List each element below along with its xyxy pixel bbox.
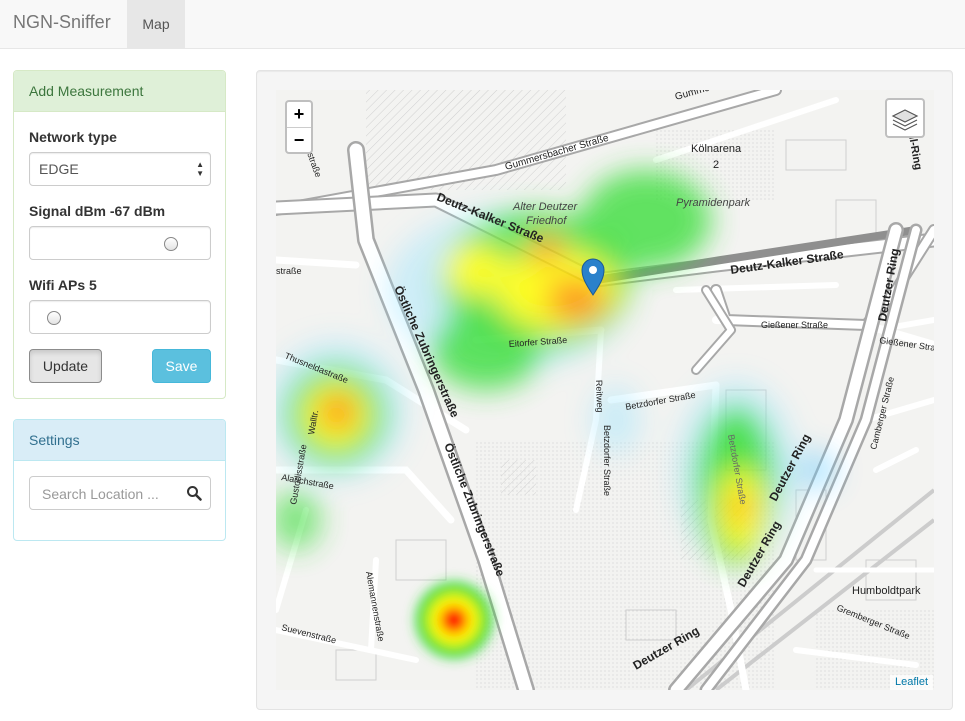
- wifi-aps-slider[interactable]: [29, 300, 211, 334]
- leaflet-attribution[interactable]: Leaflet: [890, 675, 934, 690]
- map-canvas[interactable]: Gummersbacher Straße Gummersbacher Straß…: [276, 90, 934, 690]
- search-icon[interactable]: [186, 485, 202, 501]
- giessener-label-1: Gießener Straße: [761, 320, 828, 330]
- friedhof-label: Friedhof: [526, 215, 567, 227]
- network-type-value: EDGE: [39, 161, 79, 177]
- hatched-block: [501, 460, 536, 495]
- betzdorfer-label-2: Betzdorfer Straße: [602, 425, 612, 496]
- tab-map[interactable]: Map: [127, 0, 185, 48]
- humboldtpark-label: Humboldtpark: [852, 585, 921, 597]
- pyramidenpark-label: Pyramidenpark: [676, 197, 750, 209]
- network-type-label: Network type: [29, 129, 117, 145]
- reitweg-label: Reitweg: [594, 380, 605, 413]
- search-placeholder: Search Location ...: [42, 486, 159, 502]
- signal-label: Signal dBm -67 dBm: [29, 203, 166, 219]
- map[interactable]: Gummersbacher Straße Gummersbacher Straß…: [276, 90, 934, 690]
- settings-panel: Settings Search Location ...: [13, 419, 226, 541]
- signal-slider[interactable]: [29, 226, 211, 260]
- koelnarena-label: Kölnarena: [691, 143, 742, 155]
- wifi-aps-label: Wifi APs 5: [29, 277, 97, 293]
- settings-title: Settings: [14, 420, 225, 461]
- street-fragment-label: straße: [276, 266, 302, 276]
- zoom-out-button[interactable]: −: [287, 127, 311, 152]
- app-brand[interactable]: NGN-Sniffer: [13, 12, 111, 33]
- add-measurement-title: Add Measurement: [14, 71, 225, 112]
- wifi-slider-thumb[interactable]: [47, 311, 62, 325]
- update-button[interactable]: Update: [29, 349, 102, 383]
- add-measurement-panel: Add Measurement Network type EDGE ▲ ▼ Sig…: [13, 70, 226, 399]
- zoom-in-button[interactable]: +: [287, 102, 311, 127]
- network-type-select[interactable]: EDGE ▲ ▼: [29, 152, 211, 186]
- search-location-input[interactable]: Search Location ...: [29, 476, 211, 510]
- koelnarena-number: 2: [713, 159, 719, 171]
- top-navbar: NGN-Sniffer Map: [0, 0, 965, 49]
- layers-icon[interactable]: [887, 100, 923, 136]
- select-arrows-icon: ▲ ▼: [196, 160, 204, 178]
- save-button[interactable]: Save: [152, 349, 211, 383]
- layers-control[interactable]: [885, 98, 925, 138]
- signal-slider-thumb[interactable]: [164, 237, 179, 251]
- zoom-control: + −: [285, 100, 313, 154]
- alter-deutzer-label: Alter Deutzer: [512, 201, 579, 213]
